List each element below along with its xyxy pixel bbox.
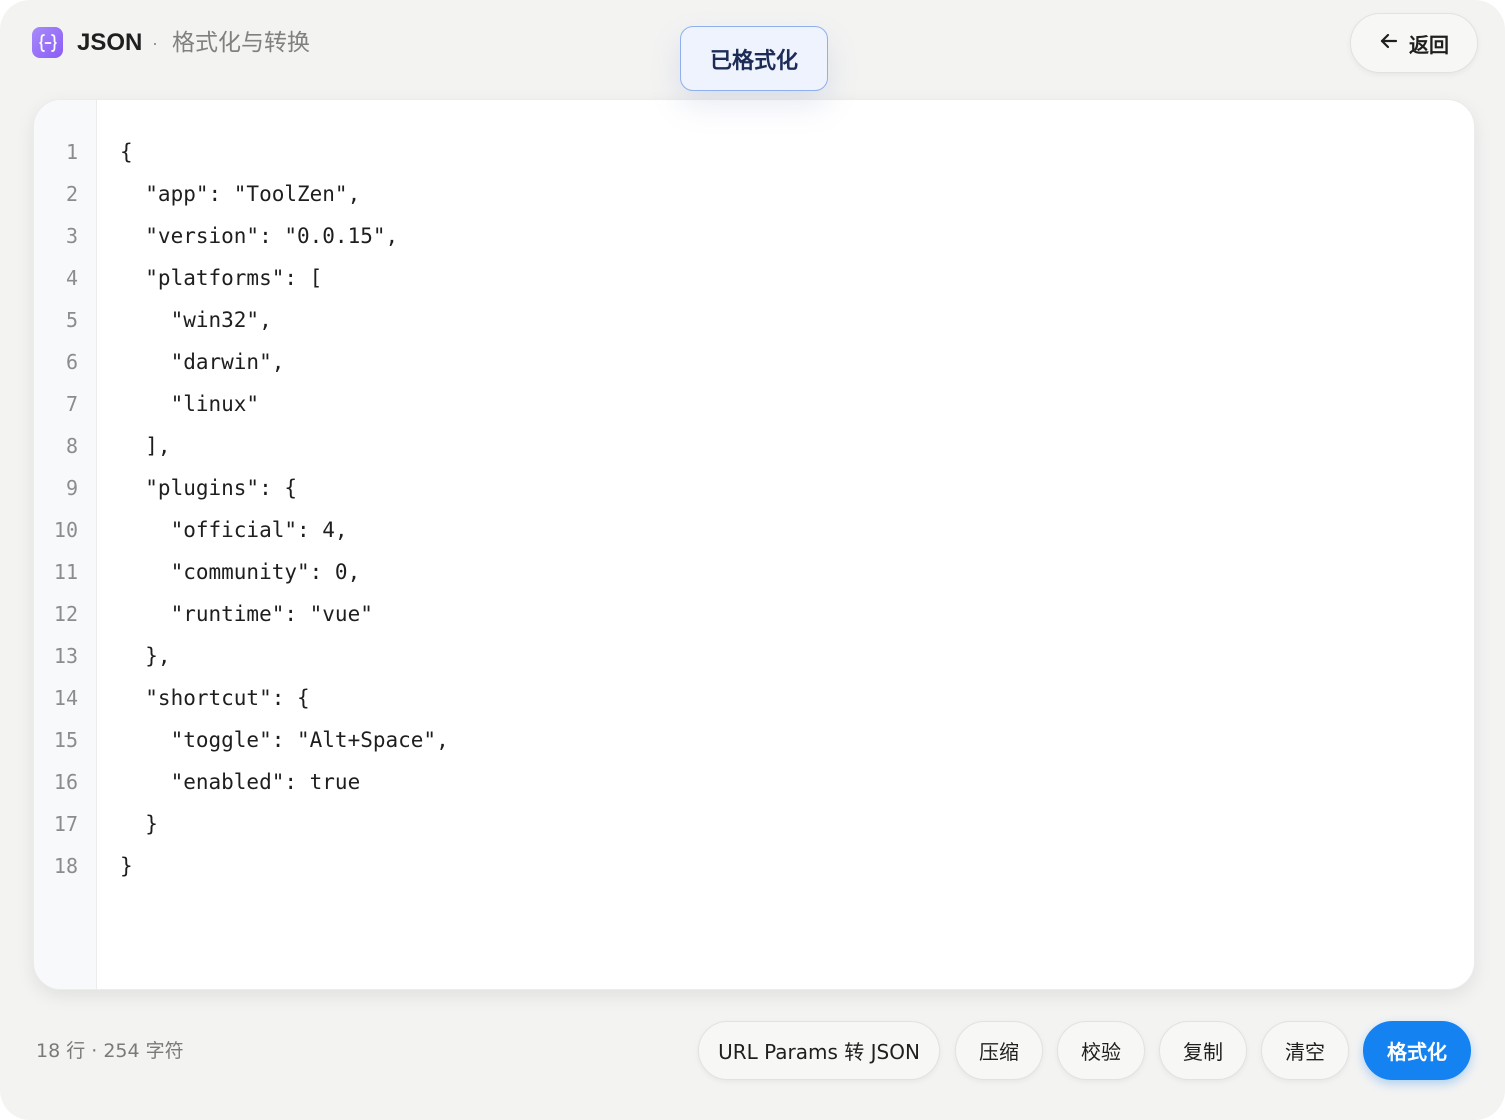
line-number: 13 [53, 644, 78, 668]
code-line[interactable]: "platforms": [ [120, 264, 322, 292]
code-line[interactable]: "version": "0.0.15", [120, 222, 398, 250]
line-number: 14 [53, 686, 78, 710]
code-line[interactable]: ], [120, 432, 170, 460]
code-line[interactable]: "shortcut": { [120, 684, 309, 712]
format-label: 格式化 [1387, 1040, 1447, 1064]
code-line[interactable]: "community": 0, [120, 558, 361, 586]
arrow-left-icon [1379, 31, 1399, 56]
line-number: 3 [65, 224, 78, 248]
json-braces-icon [32, 27, 63, 58]
line-number: 9 [65, 476, 78, 500]
code-line[interactable]: "enabled": true [120, 768, 361, 796]
line-number-gutter: 1 2 3 4 5 6 7 8 9 10 11 12 13 14 15 16 1… [34, 100, 97, 989]
code-line[interactable]: }, [120, 642, 170, 670]
app-subtitle: 格式化与转换 [172, 30, 310, 56]
line-number: 16 [53, 770, 78, 794]
code-line[interactable]: "app": "ToolZen", [120, 180, 360, 208]
validate-label: 校验 [1081, 1040, 1121, 1064]
back-button[interactable]: 返回 [1350, 13, 1478, 73]
code-line[interactable]: "runtime": "vue" [120, 600, 373, 628]
line-number: 17 [53, 812, 78, 836]
copy-button[interactable]: 复制 [1159, 1021, 1247, 1080]
copy-label: 复制 [1183, 1040, 1223, 1064]
line-number: 2 [65, 182, 78, 206]
line-number: 10 [53, 518, 78, 542]
code-line[interactable]: } [120, 852, 133, 880]
validate-button[interactable]: 校验 [1057, 1021, 1145, 1080]
line-number: 5 [65, 308, 78, 332]
url-params-to-json-button[interactable]: URL Params 转 JSON [698, 1021, 940, 1080]
app-name: JSON [77, 29, 143, 56]
format-button[interactable]: 格式化 [1363, 1021, 1471, 1080]
code-line[interactable]: "toggle": "Alt+Space", [120, 726, 449, 754]
toast-message: 已格式化 [709, 48, 798, 74]
clear-button[interactable]: 清空 [1261, 1021, 1349, 1080]
clear-label: 清空 [1285, 1040, 1325, 1064]
code-line[interactable]: "linux" [120, 390, 260, 418]
line-number: 1 [65, 140, 78, 164]
formatted-toast: 已格式化 [680, 26, 828, 91]
document-stats: 18 行 · 254 字符 [36, 1040, 184, 1062]
code-line[interactable]: "official": 4, [120, 516, 348, 544]
title-separator: · [152, 33, 158, 53]
line-number: 4 [65, 266, 78, 290]
code-line[interactable]: { [120, 138, 133, 166]
compress-label: 压缩 [979, 1040, 1019, 1064]
line-number: 7 [65, 392, 78, 416]
json-editor[interactable]: 1 2 3 4 5 6 7 8 9 10 11 12 13 14 15 16 1… [33, 99, 1475, 990]
compress-button[interactable]: 压缩 [955, 1021, 1043, 1080]
line-number: 18 [53, 854, 78, 878]
url-params-to-json-label: URL Params 转 JSON [718, 1040, 920, 1064]
line-number: 8 [65, 434, 78, 458]
code-line[interactable]: "win32", [120, 306, 272, 334]
line-number: 11 [53, 560, 78, 584]
app-window: JSON · 格式化与转换 已格式化 返回 1 2 3 4 5 6 7 8 9 … [0, 0, 1505, 1120]
line-number: 12 [53, 602, 78, 626]
line-number: 6 [65, 350, 78, 374]
back-button-label: 返回 [1409, 32, 1449, 57]
code-line[interactable]: "darwin", [120, 348, 285, 376]
code-line[interactable]: "plugins": { [120, 474, 297, 502]
line-number: 15 [53, 728, 78, 752]
code-line[interactable]: } [120, 810, 158, 838]
